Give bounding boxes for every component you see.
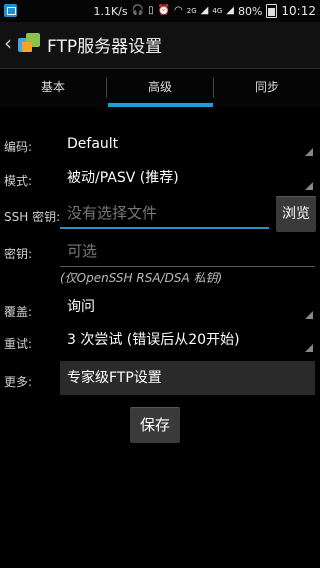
network-type-4g: 4G xyxy=(212,6,223,15)
retry-value: 3 次尝试 (错误后从20开始) xyxy=(67,332,240,348)
save-button[interactable]: 保存 xyxy=(130,407,180,443)
back-chevron-icon[interactable]: ‹ xyxy=(4,33,12,53)
dropdown-corner-icon xyxy=(305,344,313,352)
signal-icon-2: ◢ xyxy=(226,5,234,16)
passphrase-input[interactable]: 可选 xyxy=(60,237,315,267)
status-icons: 1.1K/s 🎧 ▯ ⏰ ◠ 2G ◢ 4G ◢ 80% 10:12 xyxy=(93,4,316,18)
mode-spinner[interactable]: 被动/PASV (推荐) xyxy=(60,165,315,193)
encoding-spinner[interactable]: Default xyxy=(60,131,315,159)
ftp-app-icon[interactable] xyxy=(16,30,42,56)
retry-spinner[interactable]: 3 次尝试 (错误后从20开始) xyxy=(60,327,315,355)
signal-icon: ◢ xyxy=(200,5,209,16)
battery-icon xyxy=(266,4,278,18)
more-label: 更多: xyxy=(4,375,33,389)
battery-percent: 80% xyxy=(237,4,263,18)
vibrate-icon: ▯ xyxy=(148,5,154,16)
network-type-2g: 2G xyxy=(186,6,197,15)
mode-value: 被动/PASV (推荐) xyxy=(67,170,179,186)
overwrite-spinner[interactable]: 询问 xyxy=(60,294,315,322)
tab-basic[interactable]: 基本 xyxy=(0,69,106,107)
retry-label: 重试: xyxy=(4,337,33,351)
encoding-label: 编码: xyxy=(4,140,33,154)
clock: 10:12 xyxy=(281,4,316,18)
passphrase-label: 密钥: xyxy=(4,247,33,261)
status-bar: 1.1K/s 🎧 ▯ ⏰ ◠ 2G ◢ 4G ◢ 80% 10:12 xyxy=(0,0,320,22)
browse-button[interactable]: 浏览 xyxy=(276,196,316,232)
ssh-key-label: SSH 密钥: xyxy=(4,210,61,224)
tab-sync[interactable]: 同步 xyxy=(214,69,320,107)
ssh-key-hint: (仅OpenSSH RSA/DSA 私钥) xyxy=(60,271,223,285)
action-bar: ‹ FTP服务器设置 xyxy=(0,22,320,69)
ssh-key-input[interactable]: 没有选择文件 xyxy=(60,199,269,229)
dropdown-corner-icon xyxy=(305,182,313,190)
mode-label: 模式: xyxy=(4,174,33,188)
expert-settings-button[interactable]: 专家级FTP设置 xyxy=(60,361,315,395)
tab-bar: 基本 高级 同步 xyxy=(0,69,320,107)
dropdown-corner-icon xyxy=(305,311,313,319)
alarm-icon: ⏰ xyxy=(157,5,171,16)
passphrase-placeholder: 可选 xyxy=(67,242,98,260)
overwrite-label: 覆盖: xyxy=(4,305,33,319)
ssh-key-placeholder: 没有选择文件 xyxy=(67,204,158,222)
app-notification-icon xyxy=(4,4,17,17)
wifi-icon: ◠ xyxy=(174,5,183,16)
overwrite-value: 询问 xyxy=(67,299,95,315)
tab-advanced[interactable]: 高级 xyxy=(107,69,213,107)
page-title: FTP服务器设置 xyxy=(47,37,163,57)
headset-icon: 🎧 xyxy=(131,5,145,16)
encoding-value: Default xyxy=(67,136,119,152)
tab-selected-indicator xyxy=(108,103,213,107)
notification-area xyxy=(4,4,17,20)
dropdown-corner-icon xyxy=(305,148,313,156)
network-speed: 1.1K/s xyxy=(93,4,128,18)
